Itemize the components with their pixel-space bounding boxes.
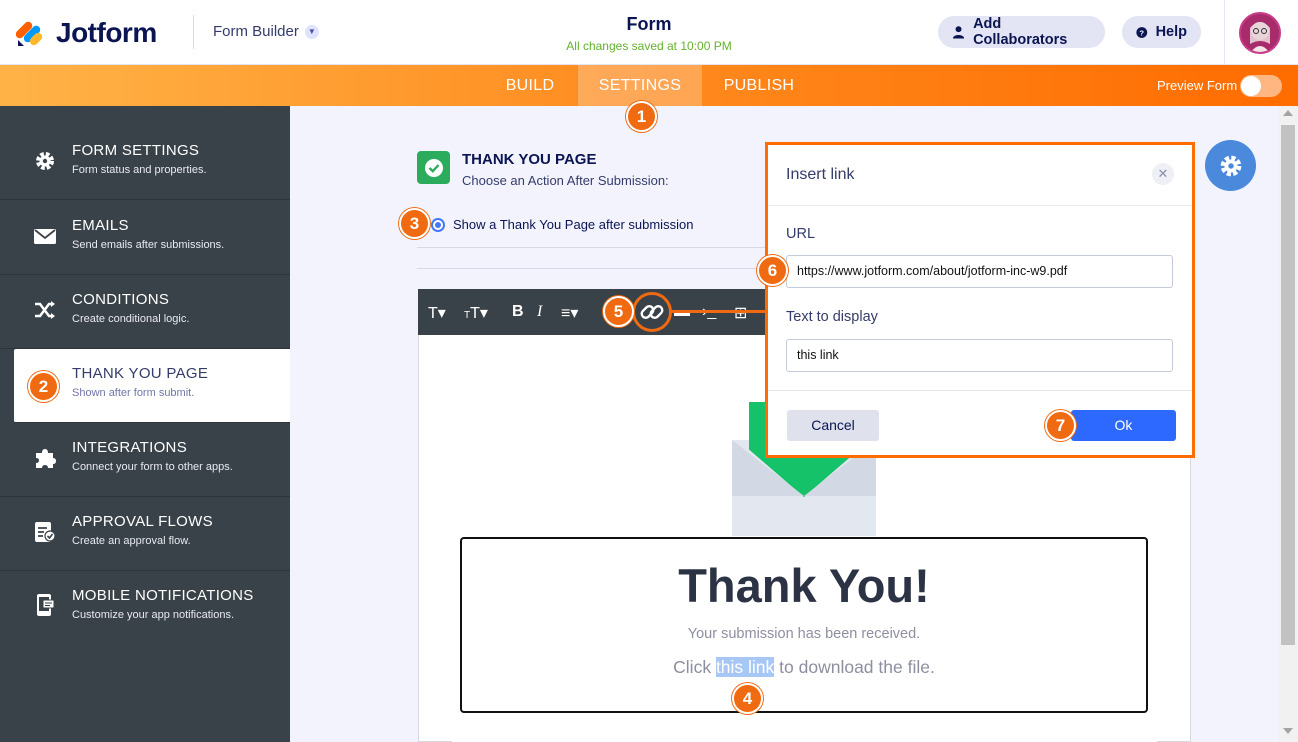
step-marker-5: 5 [603,296,634,327]
step-marker-3: 3 [399,208,430,239]
user-icon [952,26,965,39]
toggle-knob [1241,76,1261,96]
help-button[interactable]: ? Help [1122,16,1201,48]
scroll-up-arrow[interactable] [1283,110,1293,116]
url-input[interactable]: https://www.jotform.com/about/jotform-in… [786,255,1173,288]
sidebar-item-title: FORM SETTINGS [72,142,200,159]
download-text: Click this link to download the file. [460,657,1148,678]
save-status: All changes saved at 10:00 PM [566,39,732,53]
table-icon[interactable]: ⊞ [734,303,747,323]
thank-you-heading: Thank You! [678,559,930,612]
sidebar-item-mobile-notifications[interactable]: MOBILE NOTIFICATIONS Customize your app … [0,571,290,645]
radio-button[interactable] [431,217,445,232]
radio-label: Show a Thank You Page after submission [453,217,694,232]
step-marker-1: 1 [626,101,657,132]
sidebar-item-title: INTEGRATIONS [72,439,187,456]
callout-connector [670,310,766,313]
scroll-down-arrow[interactable] [1283,728,1293,734]
approval-icon [35,522,56,542]
gear-icon [36,152,54,170]
font-size-icon[interactable]: TT▾ [464,303,488,323]
download-text-prefix: Click [673,657,716,677]
shuffle-icon [35,301,55,319]
text-to-display-input[interactable]: this link [786,339,1173,372]
add-collaborators-label: Add Collaborators [973,16,1068,48]
form-builder-label: Form Builder [213,23,299,40]
puzzle-icon [36,449,56,468]
sidebar-item-subtitle: Create conditional logic. [72,313,190,325]
thank-you-section-title: THANK YOU PAGE [462,151,597,168]
step-marker-2: 2 [28,371,59,402]
top-header: Jotform Form Builder ▼ Form All changes … [0,0,1298,65]
header-divider-right [1224,0,1225,65]
link-icon [640,305,664,319]
ok-button[interactable]: Ok [1071,410,1176,441]
tab-settings[interactable]: SETTINGS [578,65,702,106]
envelope-icon [34,229,56,244]
sidebar-item-title: MOBILE NOTIFICATIONS [72,587,254,604]
sidebar-item-conditions[interactable]: CONDITIONS Create conditional logic. [0,275,290,349]
bold-icon[interactable]: B [512,303,524,321]
help-icon: ? [1136,26,1148,38]
sidebar-item-subtitle: Send emails after submissions. [72,239,225,251]
mobile-notification-icon [37,594,55,616]
jotform-logo-icon [15,18,46,48]
form-builder-dropdown[interactable]: Form Builder ▼ [213,23,319,40]
dialog-divider [768,390,1192,391]
add-collaborators-button[interactable]: Add Collaborators [938,16,1105,48]
show-thank-you-option[interactable]: Show a Thank You Page after submission [431,217,693,232]
check-icon [417,151,450,184]
builder-nav-bar: BUILD SETTINGS PUBLISH Preview Form [0,65,1298,106]
text-format-icon[interactable]: T▾ [428,303,446,323]
chevron-down-icon: ▼ [304,24,319,39]
sidebar-item-subtitle: Form status and properties. [72,164,207,176]
sidebar-item-integrations[interactable]: INTEGRATIONS Connect your form to other … [0,423,290,497]
step-marker-6: 6 [757,255,788,286]
close-icon[interactable]: ✕ [1152,163,1174,185]
dialog-title: Insert link [786,166,855,183]
sidebar-item-subtitle: Connect your form to other apps. [72,461,233,473]
cancel-button[interactable]: Cancel [787,410,879,441]
sidebar-item-subtitle: Customize your app notifications. [72,609,235,621]
step-marker-7: 7 [1045,410,1076,441]
sidebar-item-emails[interactable]: EMAILS Send emails after submissions. [0,201,290,275]
divider [417,247,767,248]
gear-icon [1220,155,1241,176]
thank-you-section-subtitle: Choose an Action After Submission: [462,173,669,188]
sidebar-item-subtitle: Create an approval flow. [72,535,191,547]
avatar[interactable] [1239,12,1281,54]
url-label: URL [786,226,816,242]
italic-icon[interactable]: I [537,303,542,321]
settings-sidebar: FORM SETTINGS Form status and properties… [0,106,290,742]
divider [417,268,767,269]
sidebar-item-title: EMAILS [72,217,129,234]
logo-text: Jotform [56,17,157,48]
settings-gear-button[interactable] [1205,140,1256,191]
sidebar-item-title: CONDITIONS [72,291,170,308]
sidebar-item-form-settings[interactable]: FORM SETTINGS Form status and properties… [0,126,290,200]
form-title[interactable]: Form [549,14,749,35]
radio-dot [435,221,441,228]
header-divider [193,15,194,49]
help-label: Help [1155,24,1187,40]
sidebar-item-subtitle: Shown after form submit. [72,387,195,399]
sidebar-item-approval-flows[interactable]: APPROVAL FLOWS Create an approval flow. [0,497,290,571]
step-marker-4: 4 [732,683,763,714]
submission-received-text: Your submission has been received. [687,626,921,642]
svg-text:?: ? [1139,28,1144,37]
selected-link-text[interactable]: this link [715,657,775,677]
preview-form-toggle[interactable] [1240,75,1282,97]
tab-publish[interactable]: PUBLISH [712,65,806,106]
preview-form-label: Preview Form [1157,78,1238,93]
insert-link-button[interactable] [632,292,672,332]
text-to-display-label: Text to display [786,309,878,325]
download-text-suffix: to download the file. [774,657,935,677]
jotform-logo[interactable]: Jotform [15,17,157,49]
align-icon[interactable]: ≡▾ [561,303,578,323]
scrollbar-thumb[interactable] [1281,125,1295,645]
dialog-divider [768,205,1192,206]
sidebar-item-title: APPROVAL FLOWS [72,513,213,530]
tab-build[interactable]: BUILD [490,65,570,106]
sidebar-item-title: THANK YOU PAGE [72,365,209,382]
